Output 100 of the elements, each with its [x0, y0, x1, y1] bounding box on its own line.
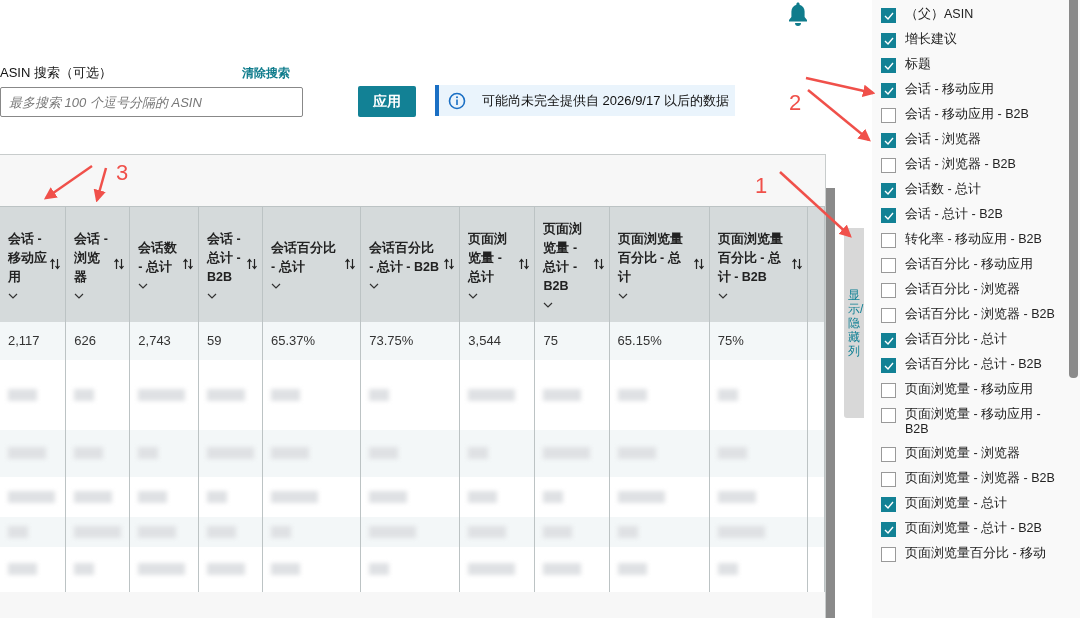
blurred-value — [543, 388, 582, 401]
blurred-value — [138, 388, 186, 401]
column-option[interactable]: 会话 - 浏览器 — [881, 128, 1061, 153]
table-cell: 2,743 — [129, 321, 199, 360]
checkbox[interactable] — [881, 208, 896, 223]
checkbox[interactable] — [881, 8, 896, 23]
blurred-value — [543, 490, 564, 503]
column-header[interactable]: 会话百分比 - 总计 - B2B — [360, 206, 460, 322]
column-option[interactable]: 页面浏览量 - 移动应用 - B2B — [881, 403, 1061, 442]
column-header[interactable]: 页面浏览量百分比 - 总计 — [609, 206, 710, 322]
annotation-arrow — [43, 164, 108, 203]
clear-search-link[interactable]: 清除搜索 — [242, 64, 290, 82]
blurred-value — [206, 490, 227, 503]
checkbox[interactable] — [881, 408, 896, 423]
column-header-label: 会话数 - 总计 — [138, 240, 179, 277]
blurred-value — [74, 490, 113, 503]
column-option[interactable]: 页面浏览量 - 浏览器 - B2B — [881, 467, 1061, 492]
scrollbar-thumb[interactable] — [1069, 0, 1078, 378]
column-option[interactable]: 标题 — [881, 53, 1061, 78]
blurred-value — [468, 490, 498, 503]
table-cell: 65.15% — [609, 321, 710, 360]
blurred-value — [717, 490, 756, 503]
search-field[interactable]: 最多搜索 100 个逗号分隔的 ASIN — [0, 87, 303, 117]
column-option[interactable]: 页面浏览量 - 总计 - B2B — [881, 517, 1061, 542]
column-option[interactable]: 会话 - 浏览器 - B2B — [881, 153, 1061, 178]
blurred-value — [617, 563, 647, 575]
blurred-value — [468, 388, 516, 401]
search-label: ASIN 搜索（可选） — [0, 64, 112, 82]
bell-icon — [787, 1, 809, 27]
checkbox[interactable] — [881, 497, 896, 512]
checkbox[interactable] — [881, 522, 896, 537]
sort-icon — [692, 257, 705, 272]
checkbox[interactable] — [881, 383, 896, 398]
column-option[interactable]: 会话百分比 - 移动应用 — [881, 253, 1061, 278]
checkbox[interactable] — [881, 158, 896, 173]
sort-icon — [181, 257, 194, 272]
checkbox[interactable] — [881, 472, 896, 487]
column-header-label: 页面浏览量百分比 - 总计 — [617, 230, 684, 286]
annotation-number: 1 — [755, 173, 768, 199]
blurred-value — [74, 388, 95, 401]
checkbox[interactable] — [881, 258, 896, 273]
column-option[interactable]: 页面浏览量 - 总计 — [881, 492, 1061, 517]
blurred-value — [617, 490, 665, 503]
column-header[interactable]: 会话 - 移动应用 — [0, 206, 66, 322]
column-option[interactable]: 会话百分比 - 总计 - B2B — [881, 353, 1061, 378]
table-cell: 65.37% — [262, 321, 361, 360]
checkbox[interactable] — [881, 233, 896, 248]
blurred-value — [270, 563, 300, 575]
checkbox[interactable] — [881, 33, 896, 48]
column-header[interactable]: 页面浏览量 - 总计 — [459, 206, 535, 322]
column-option[interactable]: 会话百分比 - 总计 — [881, 328, 1061, 353]
column-option[interactable]: 会话 - 总计 - B2B — [881, 203, 1061, 228]
column-header-label: 会话百分比 - 总计 — [270, 240, 337, 277]
checkbox[interactable] — [881, 108, 896, 123]
sort-icon — [592, 257, 605, 272]
chevron-down-icon — [74, 292, 85, 299]
blurred-value — [543, 563, 582, 575]
column-option[interactable]: 转化率 - 移动应用 - B2B — [881, 228, 1061, 253]
column-option[interactable]: 增长建议 — [881, 28, 1061, 53]
checkbox[interactable] — [881, 333, 896, 348]
checkbox[interactable] — [881, 447, 896, 462]
column-option[interactable]: 会话 - 移动应用 - B2B — [881, 103, 1061, 128]
checkbox[interactable] — [881, 58, 896, 73]
blurred-value — [8, 563, 37, 575]
column-option[interactable]: 页面浏览量 - 浏览器 — [881, 442, 1061, 467]
column-option[interactable]: （父）ASIN — [881, 3, 1061, 28]
column-option[interactable]: 页面浏览量百分比 - 移动 — [881, 542, 1061, 567]
annotation-number: 3 — [116, 160, 129, 186]
blurred-value — [74, 563, 95, 575]
checkbox[interactable] — [881, 183, 896, 198]
column-header[interactable]: 会话百分比 - 总计 — [262, 206, 361, 322]
info-icon — [448, 91, 466, 110]
checkbox[interactable] — [881, 547, 896, 562]
column-header-label: 会话 - 总计 - B2B — [206, 230, 242, 286]
column-header[interactable]: 会话数 - 总计 — [129, 206, 199, 322]
blurred-value — [717, 388, 738, 401]
column-header[interactable]: 会话 - 总计 - B2B — [198, 206, 263, 322]
column-option[interactable]: 会话数 - 总计 — [881, 178, 1061, 203]
blurred-value — [468, 563, 516, 575]
checkbox[interactable] — [881, 283, 896, 298]
column-option[interactable]: 会话 - 移动应用 — [881, 78, 1061, 103]
column-option[interactable]: 页面浏览量 - 移动应用 — [881, 378, 1061, 403]
column-header[interactable]: 页面浏览量百分比 - 总计 - B2B — [709, 206, 808, 322]
column-option[interactable]: 会话百分比 - 浏览器 — [881, 278, 1061, 303]
column-option[interactable]: 会话百分比 - 浏览器 - B2B — [881, 303, 1061, 328]
checkbox[interactable] — [881, 133, 896, 148]
checkbox[interactable] — [881, 358, 896, 373]
column-header[interactable]: 页面浏览量 - 总计 - B2B — [534, 206, 610, 322]
table-cell: 626 — [65, 321, 130, 360]
annotation-number: 2 — [789, 90, 802, 116]
annotation-arrow — [805, 76, 876, 142]
blurred-value — [206, 563, 245, 575]
scrollbar[interactable] — [826, 188, 835, 618]
apply-button[interactable]: 应用 — [358, 86, 416, 117]
blurred-value — [717, 563, 738, 575]
chevron-down-icon — [369, 283, 380, 290]
checkbox[interactable] — [881, 308, 896, 323]
checkbox[interactable] — [881, 83, 896, 98]
column-header[interactable]: 会话 - 浏览器 — [65, 206, 130, 322]
column-header-label: 页面浏览量 - 总计 — [468, 230, 509, 286]
